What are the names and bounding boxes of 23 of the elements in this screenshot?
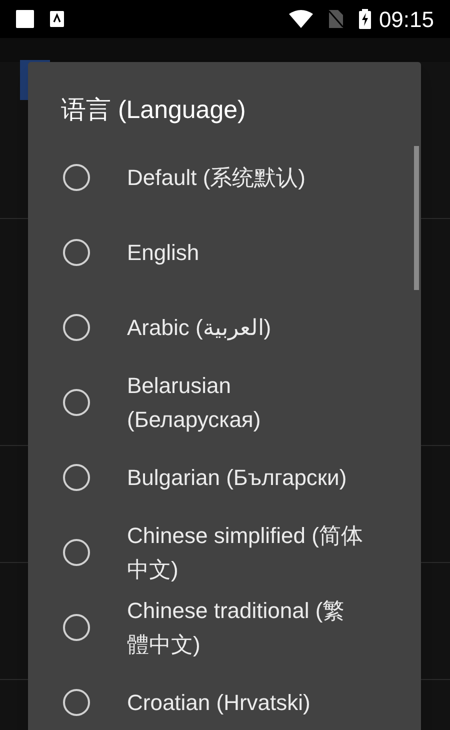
radio-button[interactable] xyxy=(63,689,90,716)
language-option[interactable]: Default (系统默认) xyxy=(28,140,421,215)
wifi-icon xyxy=(288,10,313,28)
language-option[interactable]: Croatian (Hrvatski) xyxy=(28,665,421,730)
language-option[interactable]: Belarusian (Беларуская) xyxy=(28,365,421,440)
clock: 09:15 xyxy=(378,6,434,34)
radio-button[interactable] xyxy=(63,614,90,641)
language-option[interactable]: Chinese simplified (简体中文) xyxy=(28,515,421,590)
dialog-title: 语言 (Language) xyxy=(61,95,247,126)
radio-button[interactable] xyxy=(63,464,90,491)
language-option[interactable]: English xyxy=(28,215,421,290)
battery-charging-icon xyxy=(358,9,371,29)
notification-app-icon xyxy=(50,11,64,27)
notification-square-icon xyxy=(16,10,34,28)
language-option[interactable]: Bulgarian (Български) xyxy=(28,440,421,515)
radio-button[interactable] xyxy=(63,539,90,566)
radio-button[interactable] xyxy=(63,314,90,341)
radio-button[interactable] xyxy=(63,164,90,191)
language-option[interactable]: Chinese traditional (繁體中文) xyxy=(28,590,421,665)
no-sim-icon xyxy=(328,10,343,28)
radio-button[interactable] xyxy=(63,389,90,416)
language-option[interactable]: Arabic (العربية) xyxy=(28,290,421,365)
radio-button[interactable] xyxy=(63,239,90,266)
